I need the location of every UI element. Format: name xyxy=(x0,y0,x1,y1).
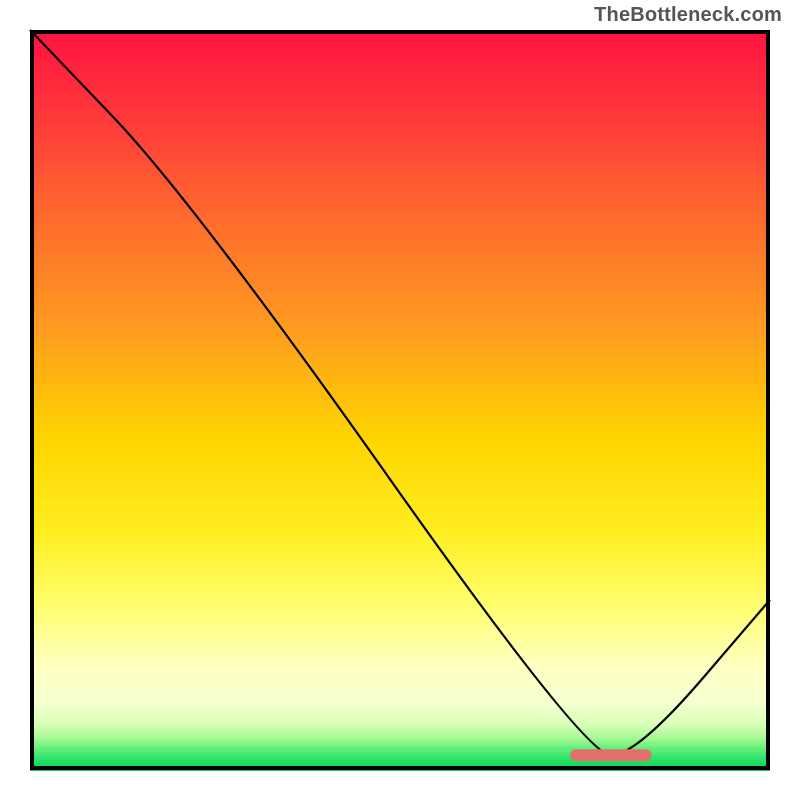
chart-container: TheBottleneck.com xyxy=(0,0,800,800)
bottleneck-curve xyxy=(30,30,770,755)
plot-area xyxy=(30,30,770,770)
optimal-range-marker xyxy=(570,749,651,761)
watermark-text: TheBottleneck.com xyxy=(594,4,782,27)
overlay-svg xyxy=(30,30,770,770)
